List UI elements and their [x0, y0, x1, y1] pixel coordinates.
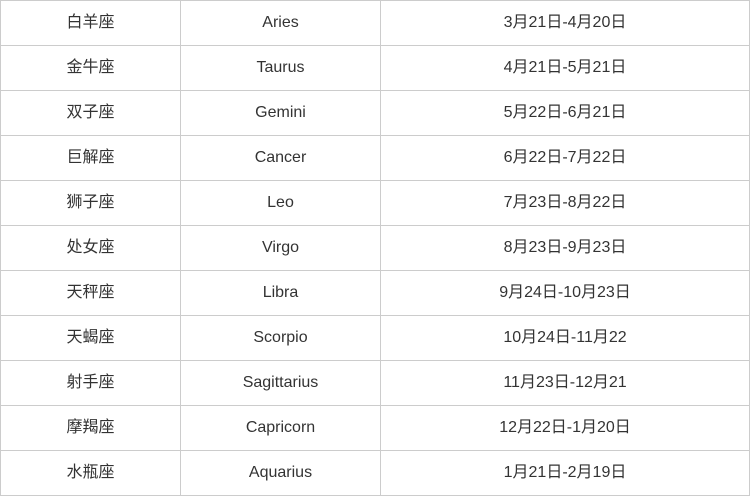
zodiac-dates: 8月23日-9月23日: [381, 226, 750, 271]
zodiac-chinese: 双子座: [1, 91, 181, 136]
zodiac-dates: 1月21日-2月19日: [381, 451, 750, 496]
zodiac-dates: 9月24日-10月23日: [381, 271, 750, 316]
zodiac-english: Cancer: [181, 136, 381, 181]
zodiac-english: Aries: [181, 1, 381, 46]
zodiac-chinese: 处女座: [1, 226, 181, 271]
table-row: 巨解座 Cancer 6月22日-7月22日: [1, 136, 750, 181]
zodiac-chinese: 狮子座: [1, 181, 181, 226]
zodiac-chinese: 摩羯座: [1, 406, 181, 451]
zodiac-dates: 5月22日-6月21日: [381, 91, 750, 136]
zodiac-chinese: 巨解座: [1, 136, 181, 181]
zodiac-english: Capricorn: [181, 406, 381, 451]
zodiac-english: Virgo: [181, 226, 381, 271]
zodiac-english: Libra: [181, 271, 381, 316]
zodiac-dates: 4月21日-5月21日: [381, 46, 750, 91]
table-row: 处女座 Virgo 8月23日-9月23日: [1, 226, 750, 271]
zodiac-english: Gemini: [181, 91, 381, 136]
zodiac-dates: 7月23日-8月22日: [381, 181, 750, 226]
zodiac-english: Aquarius: [181, 451, 381, 496]
table-row: 摩羯座 Capricorn 12月22日-1月20日: [1, 406, 750, 451]
zodiac-english: Sagittarius: [181, 361, 381, 406]
zodiac-dates: 12月22日-1月20日: [381, 406, 750, 451]
zodiac-english: Leo: [181, 181, 381, 226]
table-row: 水瓶座 Aquarius 1月21日-2月19日: [1, 451, 750, 496]
zodiac-table-container: 白羊座 Aries 3月21日-4月20日 金牛座 Taurus 4月21日-5…: [0, 0, 750, 500]
table-row: 天蝎座 Scorpio 10月24日-11月22: [1, 316, 750, 361]
zodiac-dates: 10月24日-11月22: [381, 316, 750, 361]
zodiac-chinese: 金牛座: [1, 46, 181, 91]
zodiac-english: Scorpio: [181, 316, 381, 361]
zodiac-chinese: 白羊座: [1, 1, 181, 46]
zodiac-dates: 6月22日-7月22日: [381, 136, 750, 181]
zodiac-dates: 3月21日-4月20日: [381, 1, 750, 46]
table-row: 白羊座 Aries 3月21日-4月20日: [1, 1, 750, 46]
zodiac-chinese: 天秤座: [1, 271, 181, 316]
table-row: 天秤座 Libra 9月24日-10月23日: [1, 271, 750, 316]
table-row: 双子座 Gemini 5月22日-6月21日: [1, 91, 750, 136]
zodiac-english: Taurus: [181, 46, 381, 91]
zodiac-table: 白羊座 Aries 3月21日-4月20日 金牛座 Taurus 4月21日-5…: [0, 0, 750, 496]
table-row: 金牛座 Taurus 4月21日-5月21日: [1, 46, 750, 91]
zodiac-chinese: 射手座: [1, 361, 181, 406]
zodiac-chinese: 天蝎座: [1, 316, 181, 361]
table-row: 狮子座 Leo 7月23日-8月22日: [1, 181, 750, 226]
zodiac-dates: 11月23日-12月21: [381, 361, 750, 406]
zodiac-chinese: 水瓶座: [1, 451, 181, 496]
table-row: 射手座 Sagittarius 11月23日-12月21: [1, 361, 750, 406]
